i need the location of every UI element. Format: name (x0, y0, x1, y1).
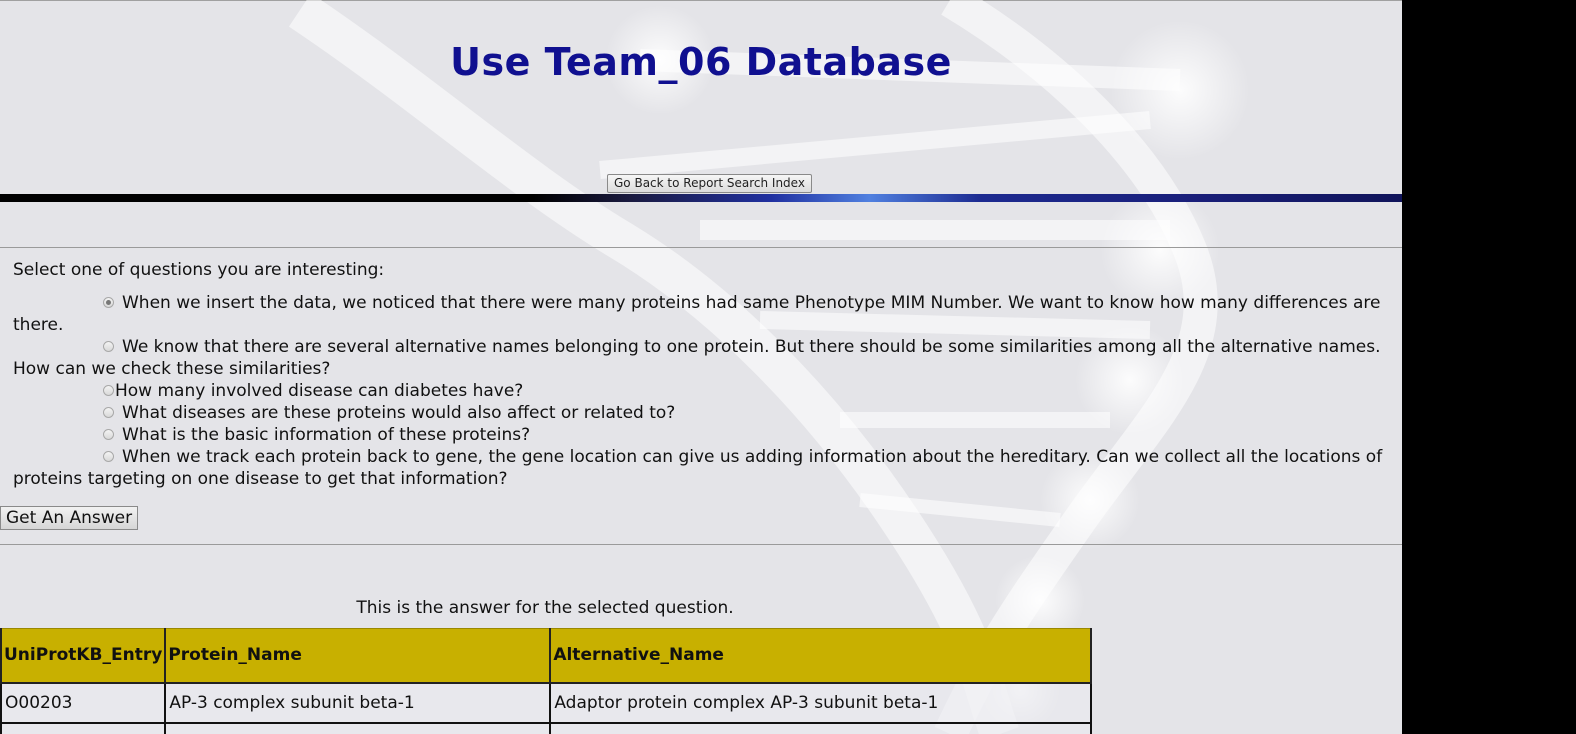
banner-divider (0, 194, 1402, 202)
question-radio-6[interactable] (103, 450, 114, 462)
question-list: When we insert the data, we noticed that… (13, 292, 1388, 490)
question-item: When we insert the data, we noticed that… (13, 292, 1388, 336)
table-cell: AP-3 complex subunit beta-1 (164, 681, 552, 724)
table-row (0, 721, 1093, 734)
table-cell: O00203 (0, 681, 167, 724)
question-item: What diseases are these proteins would a… (13, 402, 1388, 424)
question-item: When we track each protein back to gene,… (13, 446, 1388, 490)
question-label: When we insert the data, we noticed that… (13, 293, 1381, 335)
divider (0, 544, 1402, 545)
table-cell: Adaptor protein complex AP-3 subunit bet… (549, 681, 1093, 724)
answer-caption: This is the answer for the selected ques… (356, 598, 734, 618)
question-label: When we track each protein back to gene,… (13, 447, 1383, 489)
question-item: What is the basic information of these p… (13, 424, 1388, 446)
back-to-index-button[interactable]: Go Back to Report Search Index (607, 174, 812, 193)
question-label: What diseases are these proteins would a… (122, 403, 676, 423)
column-header: Alternative_Name (549, 628, 1093, 684)
question-radio-2[interactable] (103, 340, 114, 352)
question-item: How many involved disease can diabetes h… (13, 380, 1388, 402)
table-header-row: UniProtKB_Entry Protein_Name Alternative… (0, 628, 1093, 684)
column-header: UniProtKB_Entry (0, 628, 167, 684)
table-cell (164, 721, 552, 734)
question-prompt: Select one of questions you are interest… (13, 260, 385, 280)
question-radio-4[interactable] (103, 406, 114, 418)
question-radio-3[interactable] (103, 384, 114, 396)
table-cell (0, 721, 167, 734)
page: Use Team_06 Database Go Back to Report S… (0, 0, 1402, 734)
divider (0, 247, 1402, 248)
question-label: What is the basic information of these p… (122, 425, 531, 445)
get-answer-button[interactable]: Get An Answer (0, 506, 139, 530)
table-row: O00203 AP-3 complex subunit beta-1 Adapt… (0, 681, 1093, 724)
question-item: We know that there are several alternati… (13, 336, 1388, 380)
question-radio-1[interactable] (103, 296, 114, 308)
question-label: We know that there are several alternati… (13, 337, 1381, 379)
table-cell (549, 721, 1093, 734)
page-title: Use Team_06 Database (450, 40, 952, 84)
question-radio-5[interactable] (103, 428, 114, 440)
answer-table: UniProtKB_Entry Protein_Name Alternative… (0, 628, 1093, 734)
column-header: Protein_Name (164, 628, 552, 684)
question-label: How many involved disease can diabetes h… (115, 381, 524, 401)
